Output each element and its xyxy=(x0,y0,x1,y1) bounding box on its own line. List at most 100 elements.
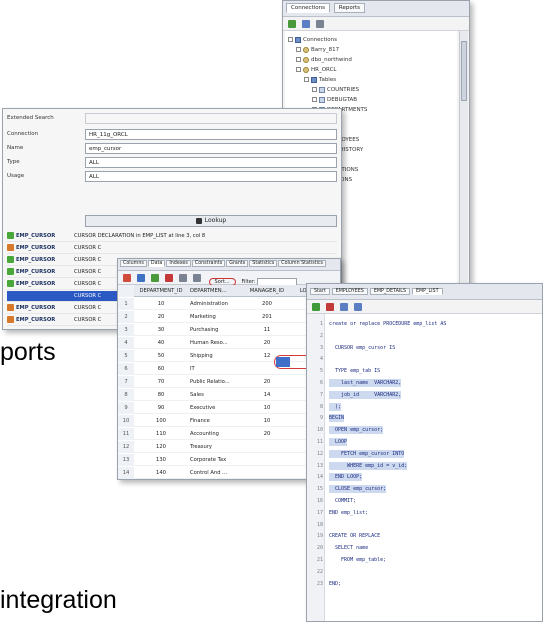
editor-tab[interactable]: EMP_DETAILS xyxy=(369,288,410,295)
code-line[interactable]: 8 ); xyxy=(307,402,542,411)
editor-tab[interactable]: EMPLOYEES xyxy=(331,288,368,295)
code-line[interactable]: 5 TYPE emp_tab IS xyxy=(307,367,542,375)
add-connection-icon[interactable] xyxy=(288,20,296,28)
insert-row-icon[interactable] xyxy=(150,274,159,282)
result-row[interactable]: EMP_CURSOR CURSOR DECLARATION in EMP_LIST… xyxy=(7,231,337,242)
table-cell[interactable]: 120 xyxy=(136,441,186,453)
table-cell[interactable]: Shipping xyxy=(188,350,240,362)
debug-icon[interactable] xyxy=(325,303,334,311)
expand-icon[interactable] xyxy=(296,57,301,62)
table-cell[interactable]: 11 xyxy=(242,324,292,336)
table-cell[interactable]: 110 xyxy=(136,428,186,440)
code-line[interactable]: 2 xyxy=(307,332,542,340)
code-line[interactable]: 23 END; xyxy=(307,580,542,588)
rollback-icon[interactable] xyxy=(192,274,201,282)
table-cell[interactable]: 10 xyxy=(242,402,292,414)
table-cell[interactable]: 10 xyxy=(136,298,186,310)
table-cell[interactable]: 20 xyxy=(136,311,186,323)
table-cell[interactable]: Accounting xyxy=(188,428,240,440)
field-input[interactable]: HR_11g_ORCL xyxy=(85,129,337,140)
expand-icon[interactable] xyxy=(312,87,317,92)
table-cell[interactable]: Human Reso... xyxy=(188,337,240,349)
column-header[interactable]: DEPARTMEN... xyxy=(188,285,240,297)
code-area[interactable]: 1 create or replace PROCEDURE emp_list AS… xyxy=(307,314,542,621)
tree-scrollbar[interactable] xyxy=(459,31,468,302)
commit-icon[interactable] xyxy=(178,274,187,282)
column-header[interactable]: MANAGER_ID xyxy=(242,285,292,297)
editor-tab[interactable]: Start xyxy=(310,288,330,295)
code-line[interactable]: 15 CLOSE emp_cursor; xyxy=(307,485,542,494)
filter-icon[interactable] xyxy=(315,20,324,28)
code-line[interactable]: 9 BEGIN xyxy=(307,414,542,423)
code-line[interactable]: 16 COMMIT; xyxy=(307,497,542,505)
refresh-icon[interactable] xyxy=(301,20,310,28)
table-cell[interactable]: 10 xyxy=(242,415,292,427)
table-cell[interactable]: 201 xyxy=(242,311,292,323)
result-row[interactable]: EMP_CURSOR CURSOR C xyxy=(7,243,337,254)
code-line[interactable]: 19 CREATE OR REPLACE xyxy=(307,532,542,540)
tree-item[interactable]: DEBUGTAB xyxy=(288,95,454,105)
tree-item[interactable]: Connections xyxy=(288,35,454,45)
table-cell[interactable]: 80 xyxy=(136,389,186,401)
table-cell[interactable]: 14 xyxy=(242,389,292,401)
lookup-button[interactable]: Lookup xyxy=(85,215,337,227)
table-cell[interactable]: Sales xyxy=(188,389,240,401)
code-line[interactable]: 11 LOOP xyxy=(307,438,542,446)
expand-icon[interactable] xyxy=(312,97,317,102)
field-input[interactable]: emp_cursor xyxy=(85,143,337,154)
tab-reports[interactable]: Reports xyxy=(333,3,366,13)
table-cell[interactable]: 60 xyxy=(136,363,186,375)
pin-icon[interactable] xyxy=(123,274,131,282)
table-cell[interactable]: 40 xyxy=(136,337,186,349)
expand-icon[interactable] xyxy=(296,67,301,72)
column-header[interactable]: DEPARTMENT_ID xyxy=(136,285,186,297)
compile-icon[interactable] xyxy=(339,303,348,311)
tab-column-statistics[interactable]: Column Statistics xyxy=(278,260,327,267)
table-cell[interactable]: Control And ... xyxy=(188,467,240,479)
tab-data[interactable]: Data xyxy=(147,260,166,267)
column-header[interactable] xyxy=(118,285,134,297)
code-line[interactable]: 1 create or replace PROCEDURE emp_list AS xyxy=(307,320,542,328)
table-cell[interactable] xyxy=(242,454,292,466)
scrollbar-thumb[interactable] xyxy=(461,41,467,101)
code-line[interactable]: 20 SELECT name xyxy=(307,544,542,552)
table-cell[interactable]: 130 xyxy=(136,454,186,466)
table-cell[interactable] xyxy=(242,467,292,479)
table-cell[interactable]: 200 xyxy=(242,298,292,310)
table-cell[interactable]: 100 xyxy=(136,415,186,427)
table-cell[interactable]: Executive xyxy=(188,402,240,414)
table-cell[interactable]: 50 xyxy=(136,350,186,362)
table-cell[interactable]: Finance xyxy=(188,415,240,427)
code-line[interactable]: 10 OPEN emp_cursor; xyxy=(307,426,542,435)
code-line[interactable]: 6 last_name VARCHAR2, xyxy=(307,379,542,387)
tab-constraints[interactable]: Constraints xyxy=(191,260,226,267)
expand-icon[interactable] xyxy=(296,47,301,52)
tab-grants[interactable]: Grants xyxy=(226,260,249,267)
table-cell[interactable]: Public Relatio... xyxy=(188,376,240,388)
tab-columns[interactable]: Columns xyxy=(120,260,147,267)
expand-icon[interactable] xyxy=(304,77,309,82)
refresh-grid-icon[interactable] xyxy=(136,274,145,282)
code-line[interactable]: 7 job_id VARCHAR2, xyxy=(307,390,542,399)
code-line[interactable]: 21 FROM emp_table; xyxy=(307,556,542,564)
table-cell[interactable]: 20 xyxy=(242,428,292,440)
code-line[interactable]: 4 xyxy=(307,355,542,363)
table-cell[interactable]: Corporate Tax xyxy=(188,454,240,466)
field-input[interactable]: ALL xyxy=(85,157,337,168)
code-line[interactable]: 17 END emp_list; xyxy=(307,509,542,517)
tree-item[interactable]: Barry_817 xyxy=(288,45,454,55)
table-cell[interactable]: 30 xyxy=(136,324,186,336)
table-cell[interactable]: Administration xyxy=(188,298,240,310)
tree-item[interactable]: Tables xyxy=(288,75,454,85)
table-cell[interactable]: 140 xyxy=(136,467,186,479)
tree-item[interactable]: COUNTRIES xyxy=(288,85,454,95)
delete-row-icon[interactable] xyxy=(164,274,173,282)
run-icon[interactable] xyxy=(312,303,320,311)
code-line[interactable]: 22 xyxy=(307,568,542,576)
expand-icon[interactable] xyxy=(288,37,293,42)
table-cell[interactable]: Marketing xyxy=(188,311,240,323)
table-cell[interactable]: 70 xyxy=(136,376,186,388)
editor-tab[interactable]: EMP_LIST xyxy=(412,288,443,295)
tab-indexes[interactable]: Indexes xyxy=(166,260,191,267)
edit-cell[interactable] xyxy=(276,357,290,367)
